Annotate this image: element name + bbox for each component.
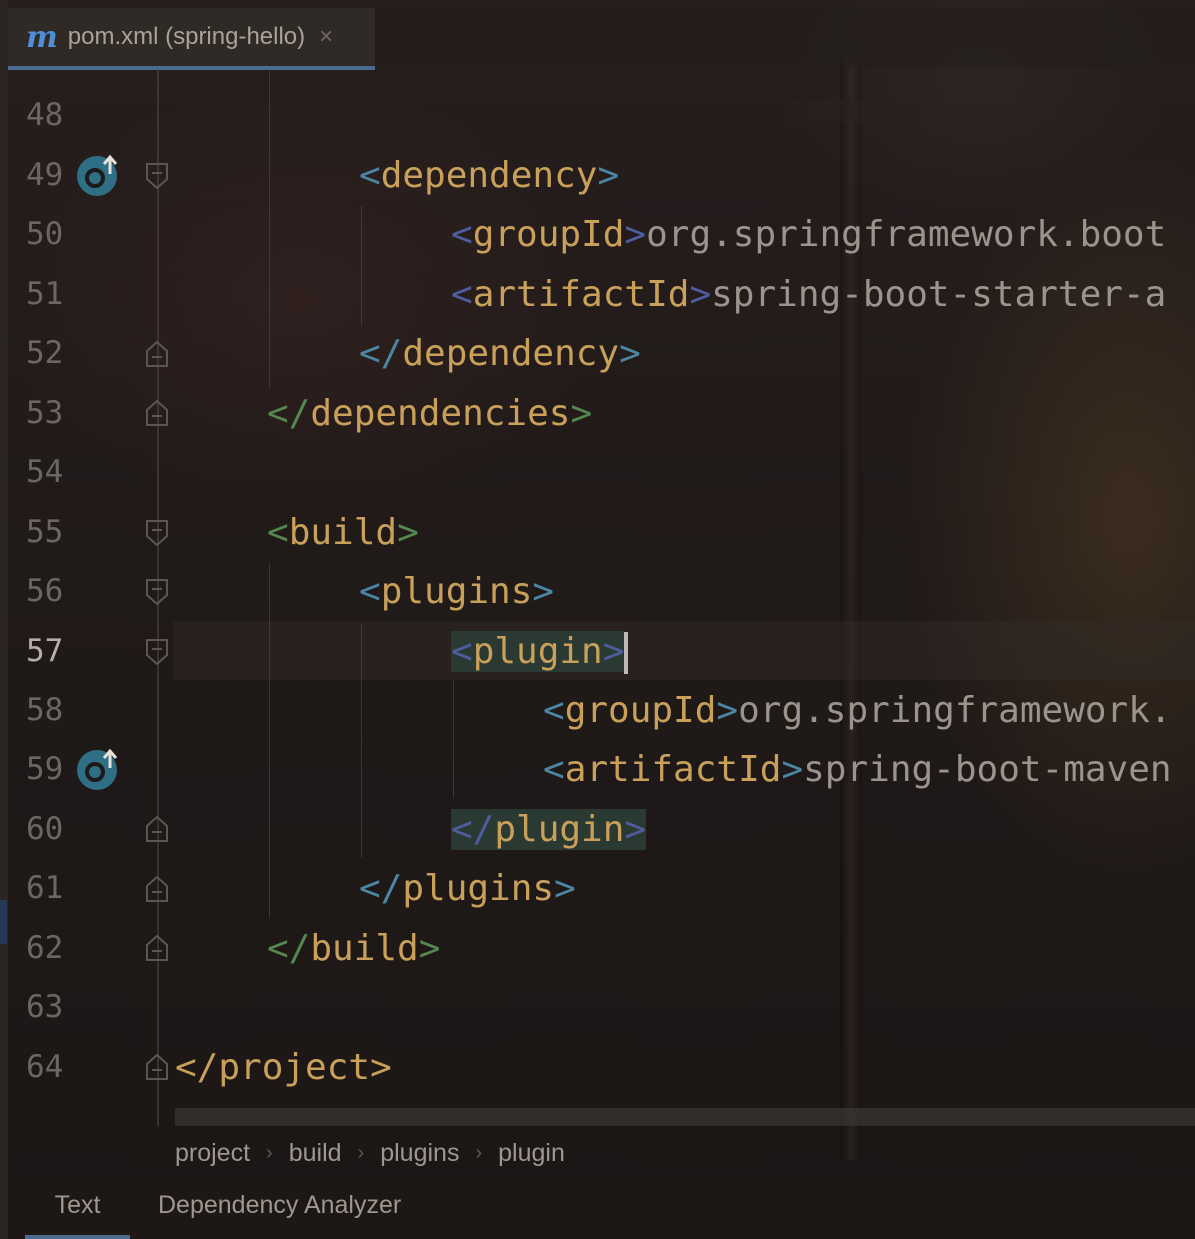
tab-pom-xml[interactable]: m pom.xml (spring-hello) × bbox=[8, 8, 375, 70]
xml-tag: build bbox=[310, 928, 419, 969]
code-line: <groupId>org.springframework. bbox=[543, 690, 1172, 731]
breadcrumb-item-project[interactable]: project bbox=[175, 1139, 250, 1168]
code-line: <dependency> bbox=[359, 155, 620, 196]
fold-open-icon[interactable] bbox=[146, 163, 168, 189]
indent-guide bbox=[361, 623, 362, 858]
xml-value: org.springframework. bbox=[738, 690, 1172, 731]
xml-tag: project bbox=[218, 1047, 371, 1088]
text-caret bbox=[624, 632, 629, 674]
line-number-current: 57 bbox=[26, 633, 64, 669]
xml-value: org.springframework.boot bbox=[646, 214, 1167, 255]
close-icon[interactable]: × bbox=[319, 23, 333, 51]
line-number: 55 bbox=[26, 514, 64, 550]
maven-update-icon[interactable] bbox=[76, 152, 122, 198]
xml-value: spring-boot-maven bbox=[803, 749, 1172, 790]
maven-m-icon: m bbox=[26, 19, 58, 55]
code-line: <plugins> bbox=[359, 571, 555, 612]
editor-bottom-tabs: Text Dependency Analyzer bbox=[8, 1180, 1195, 1239]
xml-tag: build bbox=[288, 512, 398, 553]
line-number: 50 bbox=[26, 216, 64, 252]
xml-value: spring-boot-starter-a bbox=[711, 274, 1167, 315]
indent-guide bbox=[269, 68, 270, 388]
xml-tag: dependency bbox=[402, 333, 620, 374]
indent-guide bbox=[269, 563, 270, 918]
line-number: 54 bbox=[26, 454, 64, 490]
fold-close-icon[interactable] bbox=[146, 876, 168, 902]
xml-tag: plugins bbox=[402, 868, 555, 909]
chevron-right-icon: › bbox=[266, 1141, 273, 1164]
horizontal-scrollbar[interactable] bbox=[175, 1108, 1195, 1126]
left-edge-strip bbox=[0, 0, 8, 1239]
fold-open-icon[interactable] bbox=[146, 639, 168, 665]
code-line: </build> bbox=[267, 928, 441, 969]
indent-guide bbox=[361, 206, 362, 326]
code-line: <artifactId>spring-boot-starter-a bbox=[451, 274, 1167, 315]
line-number: 64 bbox=[26, 1049, 64, 1085]
line-number: 51 bbox=[26, 276, 64, 312]
line-number: 58 bbox=[26, 692, 64, 728]
line-number: 60 bbox=[26, 811, 64, 847]
xml-tag: plugin bbox=[494, 809, 625, 850]
code-editor[interactable]: <dependency> <groupId>org.springframewor… bbox=[173, 68, 1195, 1108]
xml-tag: plugin bbox=[472, 631, 603, 672]
xml-tag: plugins bbox=[380, 571, 533, 612]
fold-close-icon[interactable] bbox=[146, 816, 168, 842]
tab-dependency-analyzer[interactable]: Dependency Analyzer bbox=[158, 1180, 401, 1235]
line-number: 61 bbox=[26, 870, 64, 906]
xml-tag: dependencies bbox=[310, 393, 571, 434]
breadcrumb-item-build[interactable]: build bbox=[289, 1139, 342, 1168]
xml-tag: artifactId bbox=[564, 749, 782, 790]
line-number: 53 bbox=[26, 395, 64, 431]
fold-close-icon[interactable] bbox=[146, 341, 168, 367]
tab-text[interactable]: Text bbox=[25, 1180, 130, 1239]
breadcrumb: project › build › plugins › plugin bbox=[175, 1132, 565, 1174]
line-number: 48 bbox=[26, 97, 64, 133]
chevron-right-icon: › bbox=[475, 1141, 483, 1164]
chevron-right-icon: › bbox=[357, 1141, 365, 1164]
code-line-current: <plugin> bbox=[451, 622, 629, 681]
fold-open-icon[interactable] bbox=[146, 579, 168, 605]
line-number: 63 bbox=[26, 989, 64, 1025]
code-line: <build> bbox=[267, 512, 419, 553]
current-line-highlight bbox=[173, 621, 1195, 680]
tab-label: pom.xml (spring-hello) bbox=[67, 23, 306, 50]
fold-close-icon[interactable] bbox=[146, 400, 168, 426]
fold-close-icon[interactable] bbox=[146, 935, 168, 961]
indent-guide bbox=[453, 680, 454, 798]
breadcrumb-item-plugins[interactable]: plugins bbox=[380, 1139, 459, 1168]
line-number: 56 bbox=[26, 573, 64, 609]
breadcrumb-item-plugin[interactable]: plugin bbox=[498, 1139, 565, 1168]
code-line: <artifactId>spring-boot-maven bbox=[543, 749, 1172, 790]
xml-tag: groupId bbox=[564, 690, 717, 731]
line-number: 52 bbox=[26, 335, 64, 371]
left-edge-marker bbox=[0, 900, 7, 944]
editor-tab-bar: m pom.xml (spring-hello) × bbox=[8, 8, 1195, 70]
xml-tag: artifactId bbox=[472, 274, 690, 315]
fold-close-icon[interactable] bbox=[146, 1054, 168, 1080]
code-line: </plugins> bbox=[359, 868, 576, 909]
line-number: 62 bbox=[26, 930, 64, 966]
code-line: </project> bbox=[175, 1047, 392, 1088]
code-line: </dependency> bbox=[359, 333, 641, 374]
xml-tag: groupId bbox=[472, 214, 625, 255]
code-line: <groupId>org.springframework.boot bbox=[451, 214, 1167, 255]
maven-update-icon[interactable] bbox=[76, 746, 122, 792]
code-line: </plugin> bbox=[451, 809, 647, 850]
xml-tag: dependency bbox=[380, 155, 598, 196]
code-line: </dependencies> bbox=[267, 393, 593, 434]
fold-open-icon[interactable] bbox=[146, 520, 168, 546]
